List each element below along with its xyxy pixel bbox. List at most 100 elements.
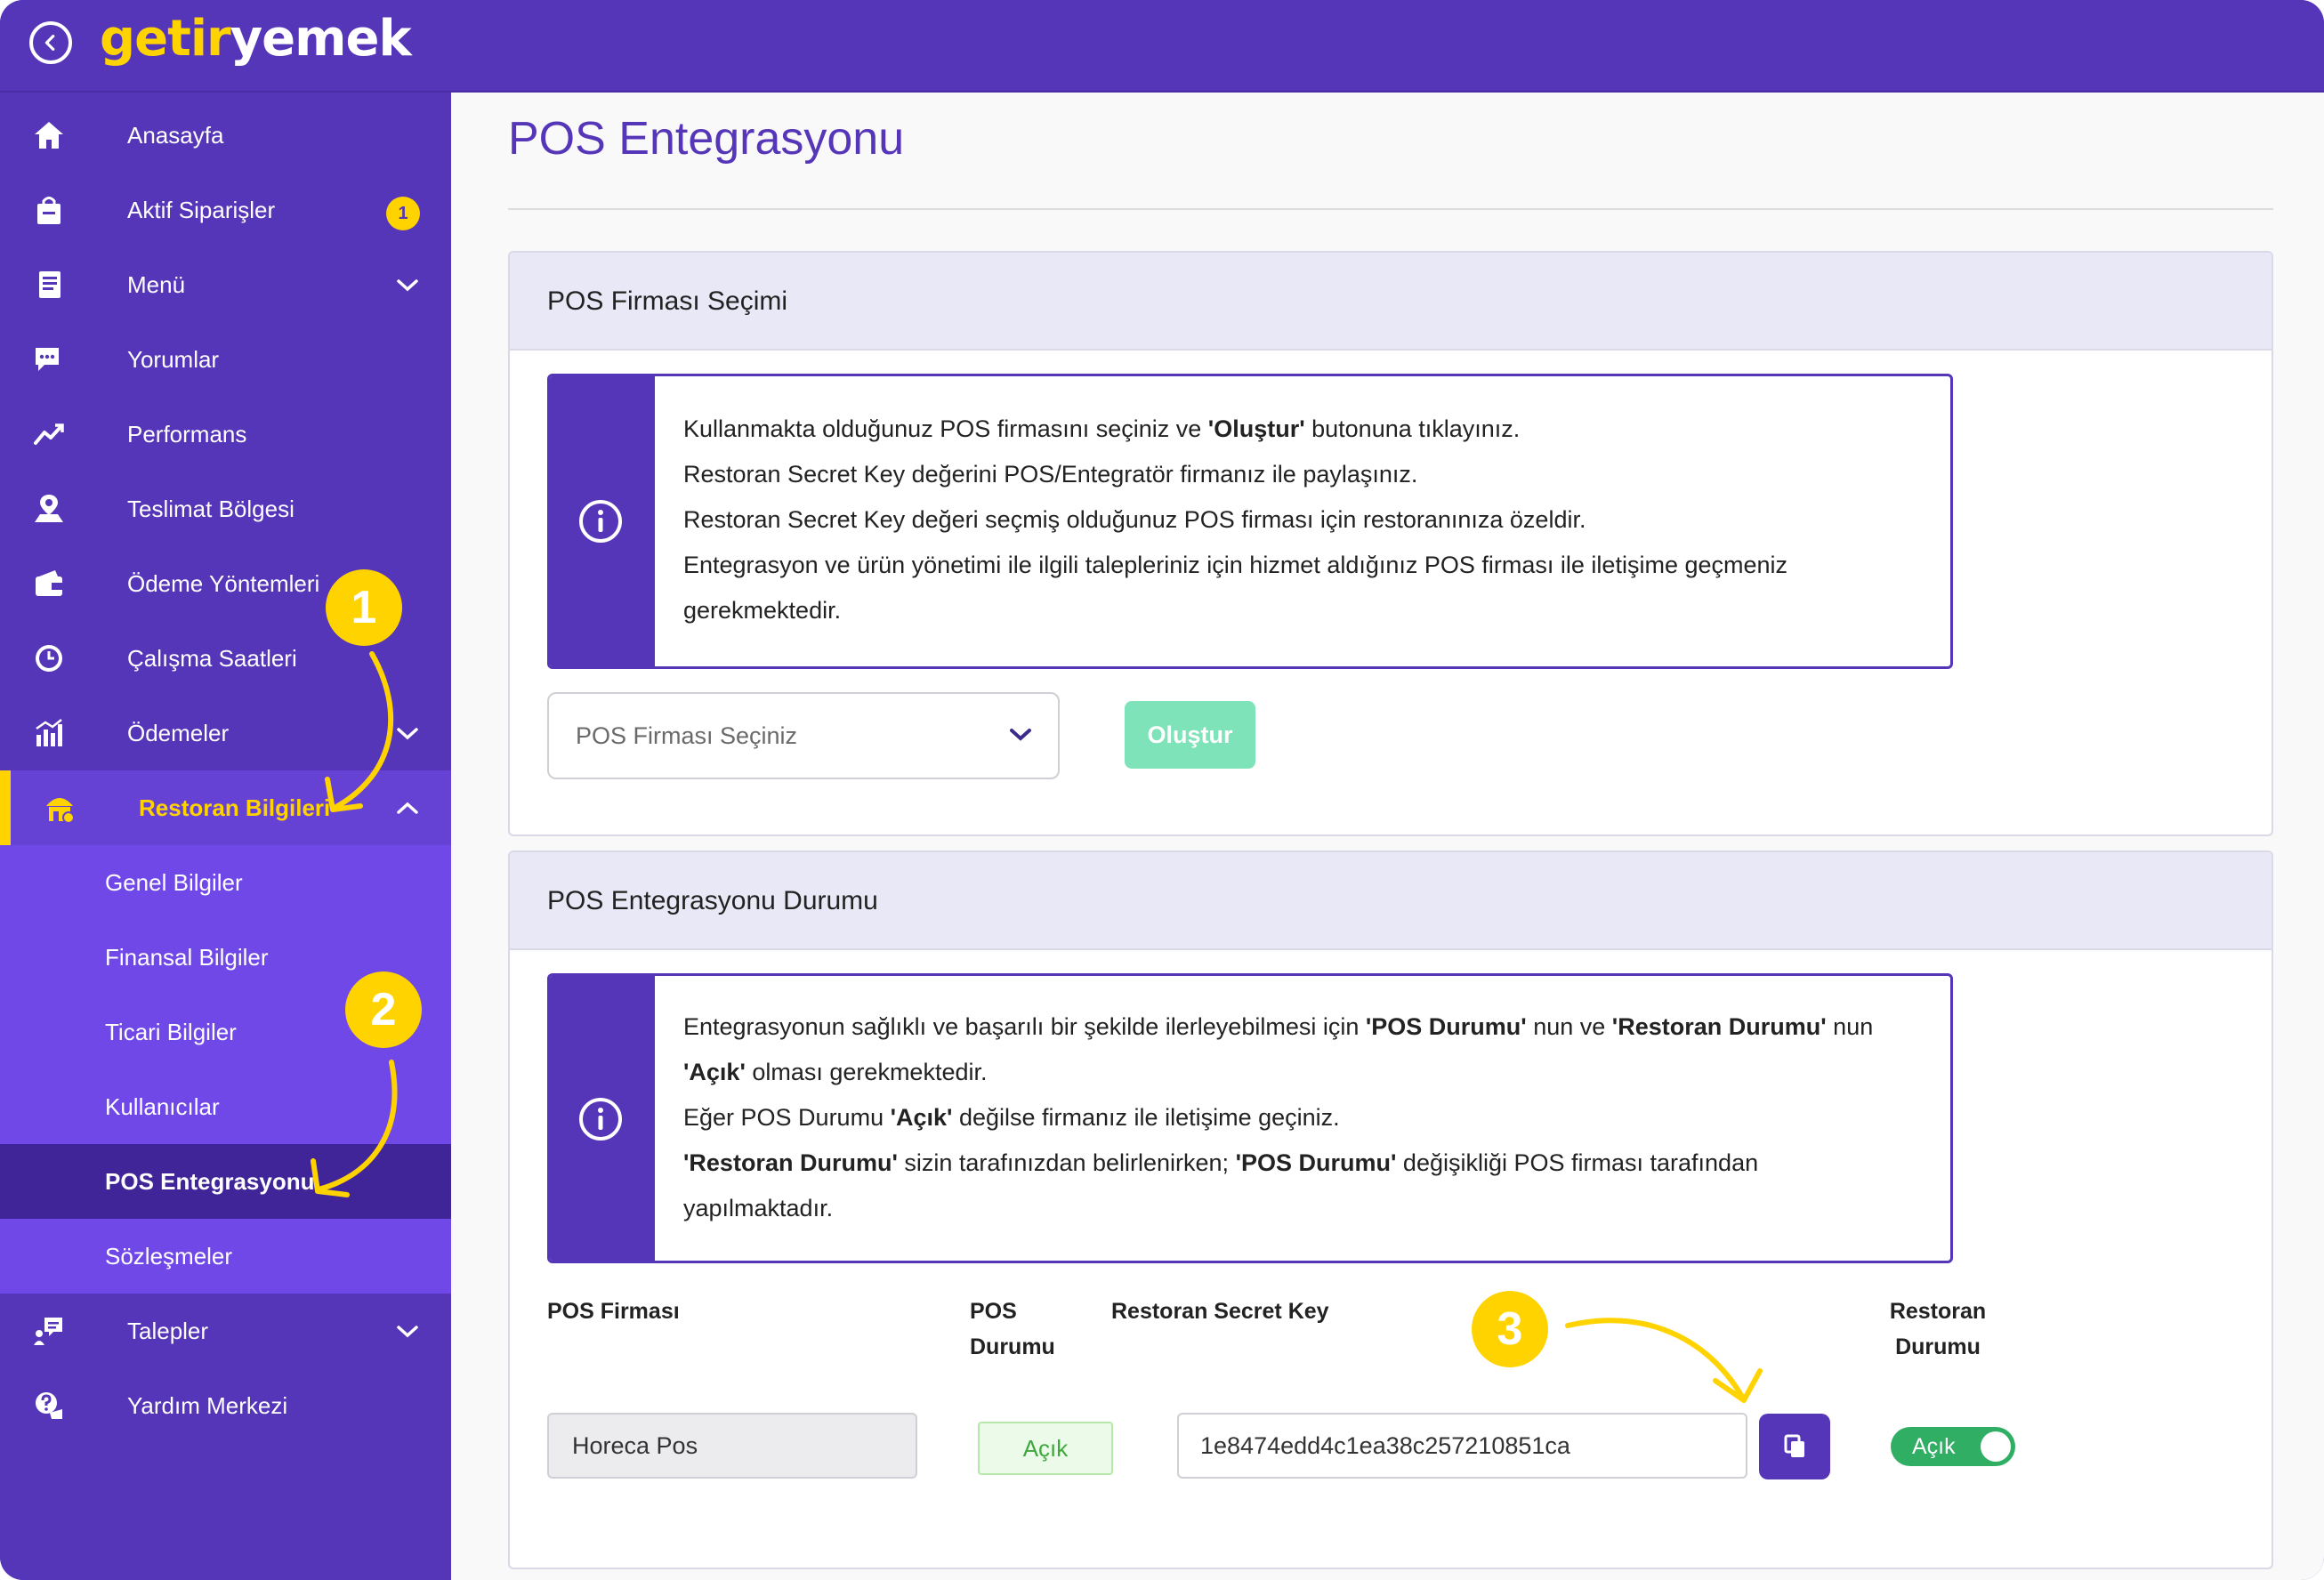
info-text: Kullanmakta olduğunuz POS firmasını seçi…	[683, 407, 1915, 633]
clock-icon	[32, 642, 66, 674]
sidebar-subitem-label: POS Entegrasyonu	[105, 1168, 315, 1195]
sidebar-item-label: Menü	[127, 271, 186, 298]
sidebar-subitem-kullanicilar[interactable]: Kullanıcılar	[0, 1069, 451, 1144]
pos-status-card: POS Entegrasyonu Durumu Entegrasyonun sa…	[508, 850, 2273, 1569]
pos-selection-card: POS Firması Seçimi Kullanmakta olduğunuz…	[508, 251, 2273, 836]
info-line-text: olması gerekmektedir.	[745, 1059, 988, 1085]
column-header-pos-status: POS Durumu	[970, 1294, 1055, 1365]
info-line: 'Açık' olması gerekmektedir.	[683, 1050, 1915, 1095]
column-header-restaurant-status: Restoran Durumu	[1889, 1294, 1987, 1365]
column-header-pos-firm: POS Firması	[547, 1299, 680, 1324]
info-line-bold: 'Restoran Durumu'	[683, 1149, 898, 1176]
top-bar: getiryemek	[0, 0, 2324, 93]
chart-bars-icon	[32, 717, 66, 749]
sidebar-item-odemeler[interactable]: Ödemeler	[0, 696, 451, 770]
info-box: Kullanmakta olduğunuz POS firmasını seçi…	[547, 374, 1953, 669]
sidebar-subitem-label: Sözleşmeler	[105, 1243, 233, 1270]
info-line-text: nun ve	[1526, 1013, 1612, 1040]
chevron-left-icon	[44, 35, 55, 51]
info-line: Entegrasyonun sağlıklı ve başarılı bir ş…	[683, 1004, 1915, 1050]
sidebar-subitem-label: Genel Bilgiler	[105, 869, 243, 896]
info-line-text: Eğer POS Durumu	[683, 1104, 891, 1131]
sidebar-item-teslimat-bolgesi[interactable]: Teslimat Bölgesi	[0, 472, 451, 546]
info-line-text: değilse firmanız ile iletişime geçiniz.	[952, 1104, 1340, 1131]
sidebar-item-performans[interactable]: Performans	[0, 397, 451, 472]
sidebar-item-yardim-merkezi[interactable]: Yardım Merkezi	[0, 1368, 451, 1443]
help-icon	[32, 1390, 66, 1422]
logo-part-yemek: yemek	[230, 10, 412, 68]
sidebar-item-yorumlar[interactable]: Yorumlar	[0, 322, 451, 397]
select-placeholder: POS Firması Seçiniz	[576, 722, 798, 749]
card-title: POS Firması Seçimi	[510, 253, 2272, 351]
info-line-bold: 'Açık'	[683, 1059, 746, 1085]
secret-key-field[interactable]: 1e8474edd4c1ea38c257210851ca	[1177, 1413, 1747, 1479]
info-text: Entegrasyonun sağlıklı ve başarılı bir ş…	[683, 1004, 1915, 1231]
info-line-text: Kullanmakta olduğunuz POS firmasını seçi…	[683, 415, 1208, 442]
sidebar-subitem-genel-bilgiler[interactable]: Genel Bilgiler	[0, 845, 451, 920]
comments-icon	[32, 343, 66, 375]
sidebar-item-restoran-bilgileri[interactable]: Restoran Bilgileri	[0, 770, 451, 845]
annotation-marker-1: 1	[326, 569, 402, 646]
sidebar-subitem-pos-entegrasyonu[interactable]: POS Entegrasyonu	[0, 1144, 451, 1219]
column-header-line: Restoran	[1889, 1299, 1987, 1324]
info-box: Entegrasyonun sağlıklı ve başarılı bir ş…	[547, 973, 1953, 1263]
info-icon	[579, 1098, 622, 1141]
home-icon	[32, 119, 66, 151]
sidebar-item-anasayfa[interactable]: Anasayfa	[0, 98, 451, 173]
sidebar-item-label: Ödeme Yöntemleri	[127, 570, 320, 597]
sidebar-subitem-label: Finansal Bilgiler	[105, 944, 269, 971]
sidebar-item-label: Çalışma Saatleri	[127, 645, 297, 672]
main-content: POS Entegrasyonu POS Firması Seçimi Kull…	[451, 93, 2324, 1580]
sidebar-item-label: Anasayfa	[127, 122, 224, 149]
sidebar-item-label: Restoran Bilgileri	[139, 794, 331, 821]
sidebar: Anasayfa Aktif Siparişler 1 Menü Yorumla…	[0, 93, 451, 1580]
info-line-text: nun	[1826, 1013, 1874, 1040]
info-line-bold: 'Restoran Durumu'	[1611, 1013, 1827, 1040]
shopping-bag-icon	[32, 194, 66, 226]
sidebar-item-label: Talepler	[127, 1318, 209, 1344]
logo-part-getir: getir	[100, 10, 231, 68]
sidebar-item-label: Yorumlar	[127, 346, 220, 373]
column-header-secret-key: Restoran Secret Key	[1111, 1299, 1329, 1324]
info-line: Kullanmakta olduğunuz POS firmasını seçi…	[683, 407, 1915, 452]
brand-logo[interactable]: getiryemek	[100, 5, 412, 73]
copy-secret-key-button[interactable]	[1759, 1414, 1830, 1479]
info-line: Eğer POS Durumu 'Açık' değilse firmanız …	[683, 1095, 1915, 1141]
info-line: Restoran Secret Key değeri seçmiş olduğu…	[683, 506, 1586, 533]
info-line-bold: 'Oluştur'	[1207, 415, 1305, 442]
pos-firm-select[interactable]: POS Firması Seçiniz	[547, 692, 1060, 779]
column-header-line: Durumu	[970, 1334, 1055, 1359]
title-divider	[508, 208, 2273, 210]
sidebar-subitem-label: Kullanıcılar	[105, 1093, 220, 1120]
info-line-text: butonuna tıklayınız.	[1304, 415, 1521, 442]
page-title: POS Entegrasyonu	[508, 113, 905, 165]
sidebar-item-menu[interactable]: Menü	[0, 247, 451, 322]
chevron-down-icon[interactable]	[395, 274, 420, 295]
info-line: gerekmektedir.	[683, 597, 842, 624]
chevron-down-icon[interactable]	[395, 722, 420, 744]
menu-book-icon	[32, 269, 66, 301]
toggle-label: Açık	[1912, 1434, 1956, 1459]
info-line: Restoran Secret Key değerini POS/Entegra…	[683, 461, 1418, 488]
info-line: Entegrasyon ve ürün yönetimi ile ilgili …	[683, 552, 1788, 578]
pos-firm-field: Horeca Pos	[547, 1413, 917, 1479]
info-icon	[579, 500, 622, 543]
info-box-sidebar	[550, 376, 655, 666]
restaurant-status-toggle[interactable]: Açık	[1891, 1427, 2015, 1466]
back-button[interactable]	[29, 21, 72, 64]
chevron-up-icon[interactable]	[395, 797, 420, 818]
sidebar-item-label: Ödemeler	[127, 720, 230, 746]
sidebar-item-label: Performans	[127, 421, 247, 447]
sidebar-item-talepler[interactable]: Talepler	[0, 1294, 451, 1368]
delivery-area-icon	[32, 493, 66, 525]
sidebar-item-aktif-siparisler[interactable]: Aktif Siparişler 1	[0, 173, 451, 247]
toggle-knob	[1981, 1431, 2011, 1462]
chevron-down-icon[interactable]	[395, 1320, 420, 1342]
app-window: getiryemek Anasayfa Aktif Siparişler 1 M…	[0, 0, 2324, 1580]
info-line: 'Restoran Durumu' sizin tarafınızdan bel…	[683, 1141, 1915, 1186]
info-box-sidebar	[550, 976, 655, 1261]
create-button[interactable]: Oluştur	[1125, 701, 1255, 769]
sidebar-subitem-sozlesmeler[interactable]: Sözleşmeler	[0, 1219, 451, 1294]
card-title: POS Entegrasyonu Durumu	[510, 852, 2272, 950]
column-header-line: Durumu	[1895, 1334, 1981, 1359]
